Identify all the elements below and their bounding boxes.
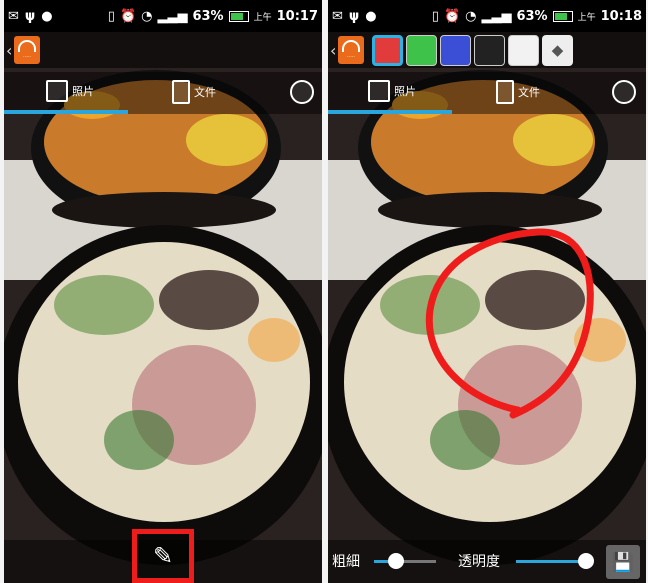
tab-label: 文件 xyxy=(194,86,216,99)
tab-documents[interactable]: 文件 xyxy=(496,80,540,104)
eraser-icon: ◆ xyxy=(551,41,564,59)
status-bar: ✉ ψ ● ▯ ⏰ ◔ ▂▃▅ 63% 上午 10:18 xyxy=(328,0,646,32)
active-tab-indicator xyxy=(328,110,452,114)
slider-knob[interactable] xyxy=(387,553,404,569)
active-tab-indicator xyxy=(4,110,128,114)
status-bar: ✉ ψ ● ▯ ⏰ ◔ ▂▃▅ 63% 上午 10:17 xyxy=(4,0,322,32)
opacity-label: 透明度 xyxy=(458,554,500,570)
tab-documents[interactable]: 文件 xyxy=(172,80,216,104)
tab-web[interactable] xyxy=(290,80,314,104)
thickness-slider[interactable] xyxy=(374,553,436,569)
tab-web[interactable] xyxy=(612,80,636,104)
usb-icon: ψ xyxy=(348,8,360,24)
globe-icon xyxy=(612,80,636,104)
slider-knob[interactable] xyxy=(578,553,595,569)
swatch-white[interactable] xyxy=(508,34,539,66)
vibrate-icon: ▯ xyxy=(431,8,439,24)
globe-icon xyxy=(290,80,314,104)
draw-button[interactable]: ✎ xyxy=(132,529,194,583)
swatch-green[interactable] xyxy=(406,34,437,66)
alarm-icon: ⏰ xyxy=(443,8,461,24)
battery-icon xyxy=(552,10,573,22)
document-icon xyxy=(172,80,190,104)
save-button[interactable]: 💾 xyxy=(606,545,640,579)
left-screen: ✉ ψ ● ▯ ⏰ ◔ ▂▃▅ 63% 上午 10:17 ‹ ····· 照片 … xyxy=(4,0,322,583)
tab-label: 照片 xyxy=(394,85,416,98)
pencil-icon: ✎ xyxy=(152,542,174,570)
color-swatches: ◆ xyxy=(372,34,573,66)
tab-label: 文件 xyxy=(518,86,540,99)
save-icon: 💾 xyxy=(611,551,635,573)
eraser-button[interactable]: ◆ xyxy=(542,34,573,66)
swatch-blue[interactable] xyxy=(440,34,471,66)
wifi-icon: ◔ xyxy=(141,8,153,24)
am-pm: 上午 xyxy=(253,12,272,23)
back-chevron-icon[interactable]: ‹ xyxy=(6,41,14,60)
right-screen: ✉ ψ ● ▯ ⏰ ◔ ▂▃▅ 63% 上午 10:18 ‹ ····· ◆ 照… xyxy=(328,0,646,583)
back-chevron-icon[interactable]: ‹ xyxy=(330,41,338,60)
android-icon: ● xyxy=(41,8,53,24)
signal-icon: ▂▃▅ xyxy=(157,8,188,24)
signal-icon: ▂▃▅ xyxy=(481,8,512,24)
tab-photos[interactable]: 照片 xyxy=(46,80,94,102)
photo-icon xyxy=(368,80,390,102)
wifi-icon: ◔ xyxy=(465,8,477,24)
battery-percent: 63% xyxy=(192,8,224,24)
swatch-red[interactable] xyxy=(372,34,403,66)
opacity-slider[interactable] xyxy=(516,553,595,569)
tab-bar: 照片 文件 xyxy=(4,72,322,114)
thickness-label: 粗細 xyxy=(332,554,360,570)
top-toolbar: ‹ ····· xyxy=(4,32,322,68)
clock: 10:17 xyxy=(276,8,318,24)
drawing-controls: 粗細 透明度 💾 xyxy=(328,540,646,583)
message-icon: ✉ xyxy=(8,8,19,24)
usb-icon: ψ xyxy=(24,8,36,24)
swatch-black[interactable] xyxy=(474,34,505,66)
document-icon xyxy=(496,80,514,104)
app-logo-icon[interactable]: ····· xyxy=(14,36,40,64)
vibrate-icon: ▯ xyxy=(107,8,115,24)
message-icon: ✉ xyxy=(332,8,343,24)
clock: 10:18 xyxy=(600,8,642,24)
alarm-icon: ⏰ xyxy=(119,8,137,24)
android-icon: ● xyxy=(365,8,377,24)
tab-label: 照片 xyxy=(72,85,94,98)
battery-percent: 63% xyxy=(516,8,548,24)
drawing-toolbar: ‹ ····· ◆ xyxy=(328,32,646,68)
tab-bar: 照片 文件 xyxy=(328,72,646,114)
photo-icon xyxy=(46,80,68,102)
battery-icon xyxy=(228,10,249,22)
am-pm: 上午 xyxy=(577,12,596,23)
tab-photos[interactable]: 照片 xyxy=(368,80,416,102)
app-logo-icon[interactable]: ····· xyxy=(338,36,364,64)
